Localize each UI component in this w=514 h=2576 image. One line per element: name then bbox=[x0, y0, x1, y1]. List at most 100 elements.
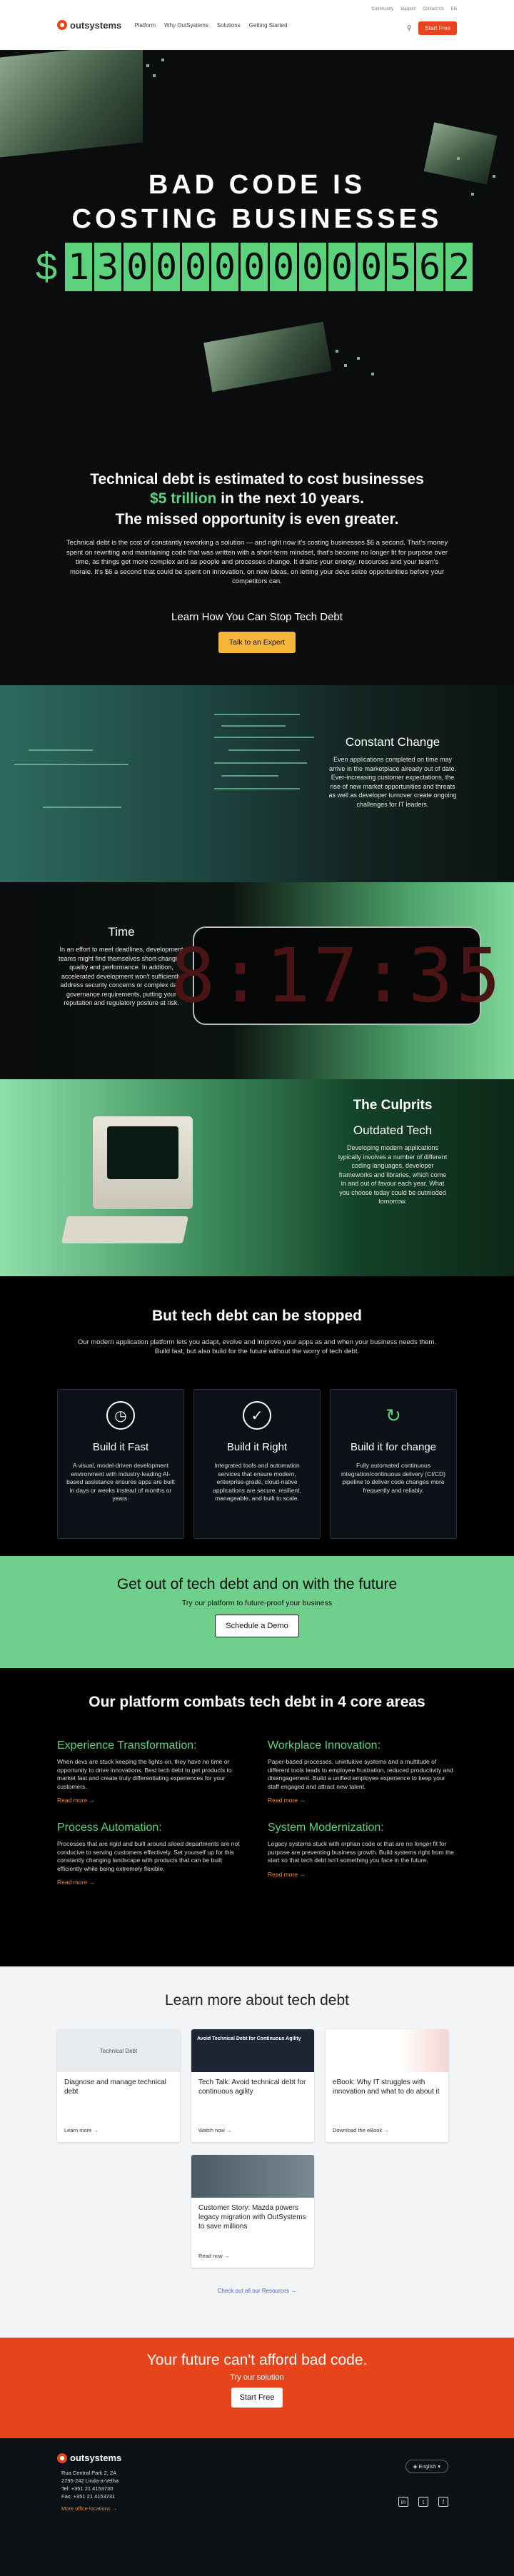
counter-digit: 3 bbox=[94, 243, 122, 291]
intro-body: Technical debt is the cost of constantly… bbox=[66, 539, 448, 585]
social-links: in t f bbox=[398, 2497, 448, 2507]
card-title: Build it for change bbox=[350, 1441, 437, 1453]
card-body: Fully automated continuous integration/c… bbox=[341, 1462, 445, 1494]
nav-getting-started[interactable]: Getting Started bbox=[249, 22, 288, 29]
resource-thumbnail: Technical Debt bbox=[57, 2029, 180, 2072]
area-title: Process Automation: bbox=[57, 1822, 162, 1834]
start-free-button[interactable]: Start Free bbox=[418, 21, 457, 35]
currency-symbol: $ bbox=[36, 246, 58, 288]
logo-icon bbox=[57, 20, 67, 30]
nav-why-outsystems[interactable]: Why OutSystems bbox=[164, 22, 208, 29]
facebook-icon[interactable]: f bbox=[438, 2497, 448, 2507]
counter-digit: 0 bbox=[182, 243, 210, 291]
all-resources-link[interactable]: Check out all our Resources → bbox=[57, 2288, 457, 2294]
counter-digit: 0 bbox=[211, 243, 239, 291]
card-title: Build it Right bbox=[226, 1441, 288, 1453]
search-icon[interactable]: ⚲ bbox=[407, 24, 412, 32]
section-title: Learn more about tech debt bbox=[164, 1992, 349, 2009]
intro-subheading: The missed opportunity is even greater. bbox=[115, 511, 399, 527]
resource-card[interactable]: Technical Debt Diagnose and manage techn… bbox=[57, 2029, 180, 2142]
resource-link[interactable]: Download the eBook → bbox=[333, 2127, 389, 2133]
read-more-link[interactable]: Read more → bbox=[268, 1871, 306, 1878]
area-item: Workplace Innovation: Paper-based proces… bbox=[268, 1739, 457, 1806]
debt-counter: $ 1 3 0 0 0 0 0 0 0 0 0 5 6 2 bbox=[36, 243, 473, 291]
band-body: Even applications completed on time may … bbox=[328, 756, 457, 808]
counter-digit: 0 bbox=[153, 243, 181, 291]
read-more-link[interactable]: Read more → bbox=[57, 1879, 95, 1886]
card-body: A visual, model-driven development envir… bbox=[66, 1462, 175, 1502]
counter-digit: 0 bbox=[328, 243, 356, 291]
resource-card[interactable]: eBook: Why IT struggles with innovation … bbox=[326, 2029, 448, 2142]
band-body: In an effort to meet deadlines, developm… bbox=[58, 946, 185, 1006]
area-title: Experience Transformation: bbox=[57, 1739, 197, 1752]
footer-address: Rua Central Park 2, 2A 2795-242 Linda-a-… bbox=[57, 2469, 457, 2512]
globe-icon: ◈ bbox=[413, 2463, 418, 2470]
core-areas: Our platform combats tech debt in 4 core… bbox=[0, 1668, 514, 1966]
band-time: Time In an effort to meet deadlines, dev… bbox=[0, 882, 514, 1079]
keyboard-image bbox=[61, 1216, 189, 1243]
hero-title: BAD CODE IS COSTING BUSINESSES bbox=[71, 170, 443, 234]
refresh-icon: ↻ bbox=[386, 1404, 401, 1426]
banknote-image bbox=[203, 321, 332, 393]
schedule-demo-button[interactable]: Schedule a Demo bbox=[215, 1615, 299, 1637]
logo-text: outsystems bbox=[70, 19, 122, 31]
band-body: Developing modern applications typically… bbox=[338, 1144, 448, 1205]
office-locations-link[interactable]: More office locations → bbox=[61, 2505, 457, 2512]
util-community[interactable]: Community bbox=[372, 7, 393, 11]
read-more-link[interactable]: Read more → bbox=[57, 1797, 95, 1804]
counter-digit: 0 bbox=[270, 243, 298, 291]
site-footer: outsystems Rua Central Park 2, 2A 2795-2… bbox=[0, 2438, 514, 2576]
resource-title: Tech Talk: Avoid technical debt for cont… bbox=[198, 2079, 306, 2096]
digital-clock-image: 8:17:35 bbox=[171, 926, 500, 1025]
counter-digit: 0 bbox=[124, 243, 151, 291]
card-title: Build it Fast bbox=[92, 1441, 149, 1453]
read-more-link[interactable]: Read more → bbox=[268, 1797, 306, 1804]
counter-digit: 0 bbox=[299, 243, 327, 291]
card-body: Integrated tools and automation services… bbox=[213, 1462, 301, 1502]
resource-card[interactable]: Customer Story: Mazda powers legacy migr… bbox=[191, 2155, 314, 2268]
band-subtitle: Outdated Tech bbox=[353, 1123, 433, 1137]
twitter-icon[interactable]: t bbox=[418, 2497, 428, 2507]
linkedin-icon[interactable]: in bbox=[398, 2497, 408, 2507]
resource-link[interactable]: Read now → bbox=[198, 2253, 229, 2259]
area-body: When devs are stuck keeping the lights o… bbox=[57, 1758, 232, 1790]
area-title: System Modernization: bbox=[268, 1822, 384, 1834]
nav-solutions[interactable]: Solutions bbox=[217, 22, 241, 29]
resource-card[interactable]: Avoid Technical Debt for Continuous Agil… bbox=[191, 2029, 314, 2142]
resource-link[interactable]: Learn more → bbox=[64, 2127, 99, 2133]
clock-icon: ◷ bbox=[106, 1401, 135, 1430]
main-nav: Platform Why OutSystems Solutions Gettin… bbox=[134, 22, 287, 29]
area-body: Paper-based processes, unintuitive syste… bbox=[268, 1758, 453, 1790]
util-contact[interactable]: Contact Us bbox=[423, 7, 444, 11]
hero: BAD CODE IS COSTING BUSINESSES $ 1 3 0 0… bbox=[0, 50, 514, 401]
area-body: Legacy systems stuck with orphan code or… bbox=[268, 1840, 454, 1864]
check-circle-icon: ✓ bbox=[243, 1401, 271, 1430]
arrow-right-icon: → bbox=[299, 1797, 306, 1804]
area-item: Experience Transformation: When devs are… bbox=[57, 1739, 246, 1806]
talk-to-expert-button[interactable]: Talk to an Expert bbox=[218, 631, 296, 653]
util-language[interactable]: EN bbox=[451, 7, 457, 11]
arrow-right-icon: → bbox=[89, 1797, 95, 1804]
area-item: System Modernization: Legacy systems stu… bbox=[268, 1822, 457, 1888]
feature-card: ✓ Build it Right Integrated tools and au… bbox=[193, 1389, 321, 1539]
cta-sub: Try our platform to future-proof your bu… bbox=[181, 1599, 333, 1607]
stop-section: But tech debt can be stopped Our modern … bbox=[0, 1276, 514, 1556]
start-free-cta-button[interactable]: Start Free bbox=[231, 2388, 283, 2408]
footer-logo[interactable]: outsystems bbox=[57, 2453, 457, 2463]
cta-sub: Try our solution bbox=[230, 2373, 284, 2382]
cta-title: Your future can't afford bad code. bbox=[146, 2352, 368, 2368]
section-body: Our modern application platform lets you… bbox=[77, 1338, 437, 1355]
counter-digit: 5 bbox=[387, 243, 415, 291]
logo[interactable]: outsystems bbox=[57, 20, 121, 31]
site-header: outsystems Platform Why OutSystems Solut… bbox=[0, 0, 514, 50]
band-title: The Culprits bbox=[353, 1098, 433, 1113]
learn-heading: Learn How You Can Stop Tech Debt bbox=[171, 610, 343, 623]
util-support[interactable]: Support bbox=[400, 7, 415, 11]
debt-amount: $5 trillion bbox=[150, 490, 217, 507]
logo-icon bbox=[57, 2453, 67, 2463]
language-selector[interactable]: ◈ English ▾ bbox=[405, 2460, 448, 2473]
intro-section: Technical debt is estimated to cost busi… bbox=[0, 401, 514, 685]
resource-thumbnail bbox=[326, 2029, 448, 2072]
nav-platform[interactable]: Platform bbox=[134, 22, 156, 29]
resource-link[interactable]: Watch now → bbox=[198, 2127, 231, 2133]
